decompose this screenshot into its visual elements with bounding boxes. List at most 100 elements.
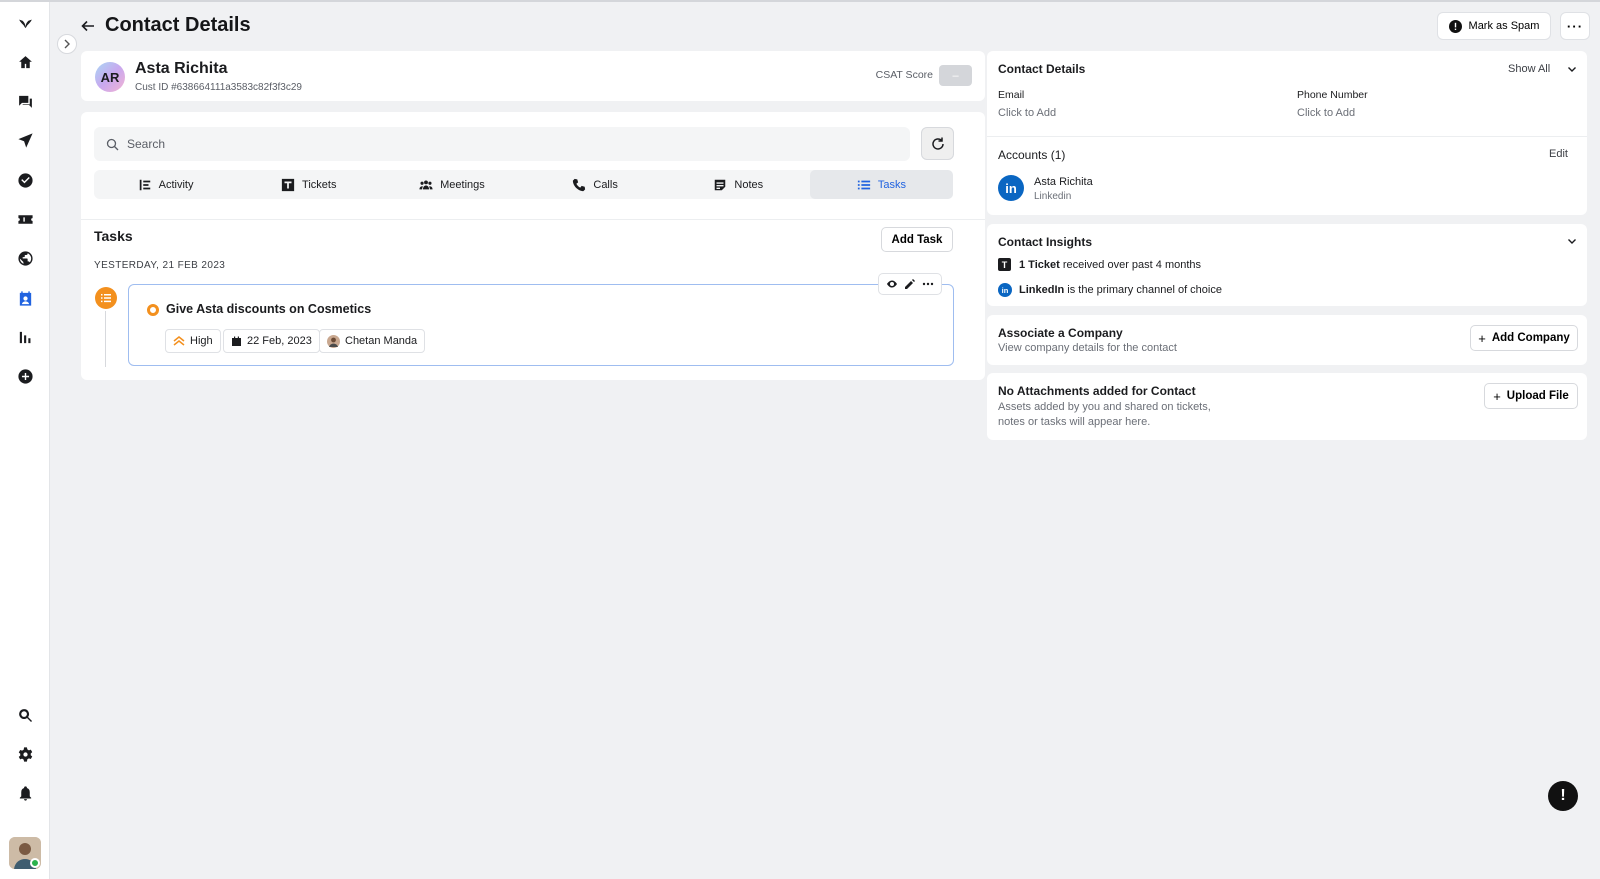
- profile-card: AR Asta Richita Cust ID #638664111a3583c…: [81, 51, 985, 101]
- phone-field[interactable]: Click to Add: [1297, 107, 1355, 119]
- ticket-icon[interactable]: [15, 209, 35, 229]
- timeline-line: [105, 311, 106, 367]
- priority-label: High: [190, 335, 213, 347]
- chevron-down-icon[interactable]: [1567, 64, 1577, 74]
- upload-file-label: Upload File: [1506, 390, 1569, 402]
- associate-company-heading: Associate a Company: [998, 326, 1123, 340]
- assignee-chip[interactable]: Chetan Manda: [319, 329, 426, 353]
- send-icon[interactable]: [15, 130, 35, 150]
- date-heading: YESTERDAY, 21 FEB 2023: [94, 260, 226, 271]
- edit-pencil-icon[interactable]: [904, 278, 916, 290]
- priority-chip[interactable]: High: [165, 329, 221, 353]
- task-status-toggle[interactable]: [147, 304, 159, 316]
- alert-icon: [1448, 19, 1462, 33]
- tab-calls[interactable]: Calls: [524, 170, 667, 199]
- priority-high-icon: [173, 336, 185, 346]
- search-icon[interactable]: [15, 705, 35, 725]
- plus-icon: +: [1478, 330, 1486, 346]
- gear-icon[interactable]: [15, 744, 35, 764]
- eye-icon[interactable]: [886, 278, 898, 290]
- mark-as-spam-button[interactable]: Mark as Spam: [1437, 12, 1551, 40]
- refresh-icon: [931, 137, 944, 150]
- task-action-bar: [878, 273, 942, 295]
- tab-notes-label: Notes: [734, 178, 764, 191]
- calendar-icon: [232, 336, 241, 346]
- tab-activity[interactable]: Activity: [94, 170, 237, 199]
- logo-icon[interactable]: [15, 12, 35, 32]
- bell-icon[interactable]: [15, 783, 35, 803]
- contact-details-card: Contact Details Show All Email Click to …: [987, 51, 1587, 215]
- account-channel: Linkedin: [1034, 191, 1072, 202]
- exclamation-icon: !: [1560, 787, 1566, 804]
- search-icon: [106, 138, 119, 150]
- tab-tasks[interactable]: Tasks: [809, 170, 954, 199]
- contact-avatar: AR: [95, 62, 125, 92]
- chevron-down-icon[interactable]: [1567, 236, 1577, 246]
- linkedin-insight-icon: in: [998, 283, 1012, 297]
- contact-insights-card: Contact Insights T 1 Ticket received ove…: [987, 224, 1587, 306]
- attachments-sub-line1: Assets added by you and shared on ticket…: [998, 401, 1211, 413]
- activity-tabs: Activity Tickets Meetings Calls Notes Ta…: [94, 170, 954, 199]
- tab-calls-label: Calls: [593, 178, 618, 191]
- top-border: [0, 0, 1600, 2]
- home-icon[interactable]: [15, 52, 35, 72]
- tab-tasks-label: Tasks: [877, 178, 906, 191]
- email-field[interactable]: Click to Add: [998, 107, 1056, 119]
- tab-meetings[interactable]: Meetings: [380, 170, 523, 199]
- chevron-right-icon: [64, 39, 70, 49]
- task-title: Give Asta discounts on Cosmetics: [166, 302, 372, 316]
- more-options-button[interactable]: ···: [1560, 12, 1590, 40]
- contacts-icon[interactable]: [15, 288, 35, 308]
- attachments-heading: No Attachments added for Contact: [998, 384, 1196, 398]
- tasks-heading: Tasks: [94, 228, 133, 244]
- more-horizontal-icon[interactable]: [922, 278, 934, 290]
- user-avatar[interactable]: [9, 837, 41, 869]
- add-circle-icon[interactable]: [15, 366, 35, 386]
- csat-score-label: CSAT Score: [875, 69, 933, 81]
- plus-icon: +: [1493, 388, 1501, 404]
- associate-company-sub: View company details for the contact: [998, 342, 1177, 354]
- edit-accounts-link[interactable]: Edit: [1549, 148, 1568, 160]
- tasks-icon: [857, 180, 870, 189]
- search-placeholder: Search: [127, 137, 166, 151]
- more-dots-icon: ···: [1566, 18, 1584, 34]
- sidebar-expand-button[interactable]: [57, 34, 77, 54]
- meetings-icon: [419, 179, 433, 189]
- search-input[interactable]: Search: [94, 127, 910, 161]
- add-company-button[interactable]: + Add Company: [1470, 325, 1578, 351]
- section-divider: [81, 219, 985, 220]
- account-name: Asta Richita: [1034, 176, 1093, 188]
- back-arrow-icon[interactable]: [80, 18, 96, 34]
- reports-icon[interactable]: [15, 327, 35, 347]
- online-status-dot: [30, 858, 40, 868]
- check-circle-icon[interactable]: [15, 170, 35, 190]
- upload-file-button[interactable]: + Upload File: [1484, 383, 1578, 409]
- tab-notes[interactable]: Notes: [667, 170, 810, 199]
- attachments-card: No Attachments added for Contact Assets …: [987, 373, 1587, 440]
- refresh-button[interactable]: [921, 127, 954, 160]
- email-label: Email: [998, 89, 1025, 101]
- show-all-link[interactable]: Show All: [1508, 63, 1550, 75]
- help-alert-button[interactable]: !: [1548, 781, 1578, 811]
- add-company-label: Add Company: [1491, 332, 1570, 344]
- activity-icon: [139, 179, 150, 190]
- csat-score-value: –: [939, 65, 972, 86]
- accounts-heading: Accounts (1): [998, 148, 1066, 162]
- add-task-button[interactable]: Add Task: [881, 227, 953, 252]
- sidebar: [0, 2, 50, 879]
- ticket-insight-text: 1 Ticket received over past 4 months: [1019, 259, 1202, 271]
- task-item[interactable]: Give Asta discounts on Cosmetics High 22…: [128, 273, 954, 366]
- contact-name: Asta Richita: [135, 60, 228, 77]
- due-date-label: 22 Feb, 2023: [247, 335, 312, 347]
- attachments-sub-line2: notes or tasks will appear here.: [998, 416, 1151, 428]
- globe-icon[interactable]: [15, 248, 35, 268]
- tab-activity-label: Activity: [158, 178, 194, 191]
- channel-insight-text: LinkedIn is the primary channel of choic…: [1019, 284, 1222, 296]
- tab-tickets[interactable]: Tickets: [237, 170, 380, 199]
- phone-label: Phone Number: [1297, 89, 1368, 101]
- contact-details-heading: Contact Details: [998, 62, 1086, 76]
- conversations-icon[interactable]: [15, 91, 35, 111]
- mark-as-spam-label: Mark as Spam: [1468, 20, 1540, 32]
- divider: [987, 136, 1587, 137]
- due-date-chip[interactable]: 22 Feb, 2023: [223, 329, 320, 353]
